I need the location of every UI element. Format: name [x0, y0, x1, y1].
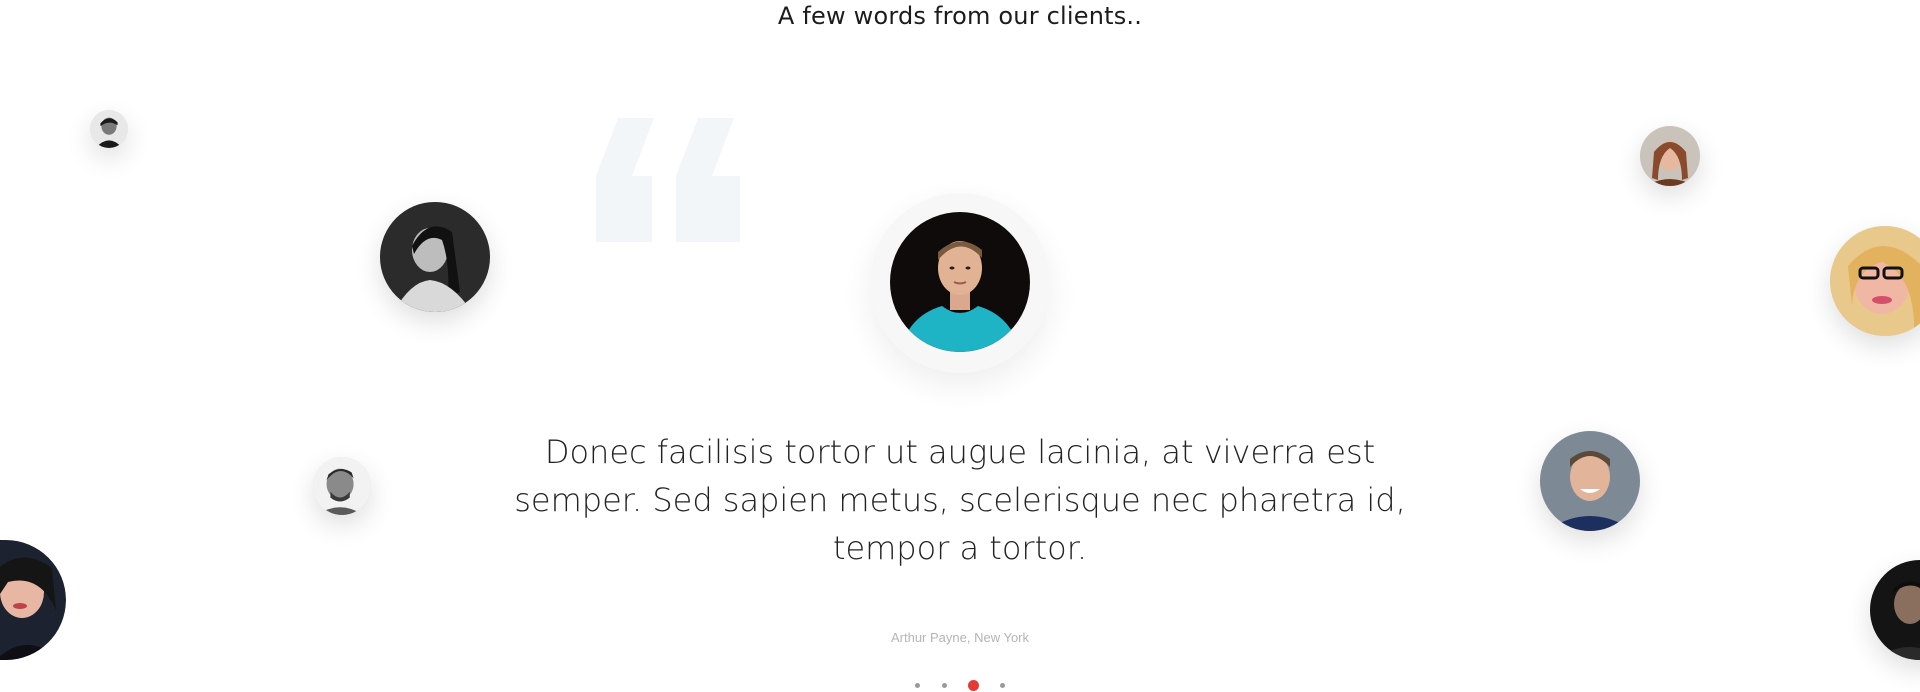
client-avatar[interactable]	[1870, 560, 1920, 660]
client-avatar[interactable]	[380, 202, 490, 312]
featured-client-avatar	[890, 212, 1030, 352]
quote-open-icon	[596, 118, 740, 242]
client-avatar[interactable]	[90, 110, 128, 148]
pagination-dot-1[interactable]	[915, 682, 920, 688]
testimonial-quote: Donec facilisis tortor ut augue lacinia,…	[514, 433, 1406, 567]
testimonial-author: Arthur Payne, New York	[890, 630, 1030, 645]
client-avatar[interactable]	[1540, 431, 1640, 531]
pagination-dot-4[interactable]	[1000, 682, 1005, 688]
pagination-dot-2[interactable]	[942, 682, 947, 688]
carousel-pagination	[0, 678, 1920, 692]
pagination-dot-3-active[interactable]	[968, 679, 979, 691]
client-avatar[interactable]	[1830, 226, 1920, 336]
section-title: A few words from our clients..	[777, 2, 1143, 30]
client-avatar[interactable]	[1640, 126, 1700, 186]
client-avatar[interactable]	[313, 457, 371, 515]
